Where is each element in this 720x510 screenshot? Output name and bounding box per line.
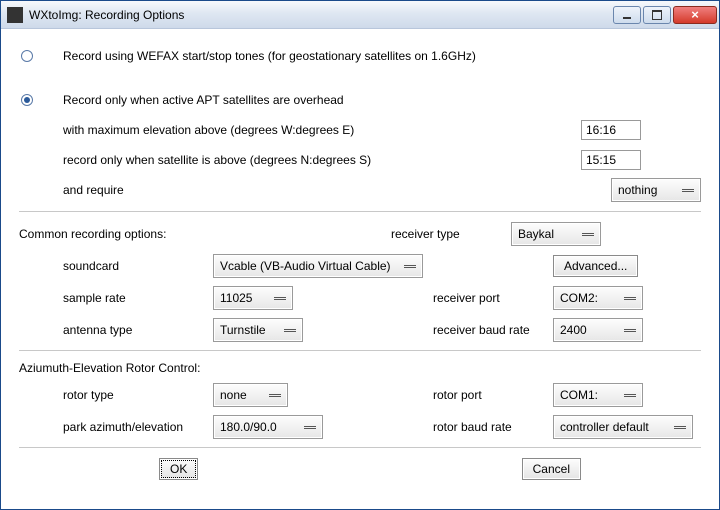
rotor-type-label: rotor type bbox=[63, 388, 213, 402]
titlebar[interactable]: WXtoImg: Recording Options × bbox=[1, 1, 719, 29]
chevron-down-icon bbox=[624, 297, 636, 300]
receiver-type-label: receiver type bbox=[391, 227, 511, 241]
chevron-down-icon bbox=[284, 329, 296, 332]
rotor-port-dropdown[interactable]: COM1: bbox=[553, 383, 643, 407]
chevron-down-icon bbox=[674, 426, 686, 429]
satellite-above-label: record only when satellite is above (deg… bbox=[63, 153, 581, 167]
rotor-baud-dropdown[interactable]: controller default bbox=[553, 415, 693, 439]
soundcard-dropdown[interactable]: Vcable (VB-Audio Virtual Cable) bbox=[213, 254, 423, 278]
chevron-down-icon bbox=[269, 394, 281, 397]
chevron-down-icon bbox=[624, 329, 636, 332]
receiver-port-label: receiver port bbox=[433, 291, 553, 305]
satellite-above-input[interactable]: 15:15 bbox=[581, 150, 641, 170]
radio-apt[interactable] bbox=[21, 94, 33, 106]
window-title: WXtoImg: Recording Options bbox=[29, 8, 613, 22]
ok-button[interactable]: OK bbox=[159, 458, 198, 480]
cancel-button[interactable]: Cancel bbox=[522, 458, 581, 480]
radio-apt-label: Record only when active APT satellites a… bbox=[63, 93, 344, 107]
recording-options-dialog: WXtoImg: Recording Options × Record usin… bbox=[0, 0, 720, 510]
receiver-type-dropdown[interactable]: Baykal bbox=[511, 222, 601, 246]
antenna-type-dropdown[interactable]: Turnstile bbox=[213, 318, 303, 342]
sample-rate-dropdown[interactable]: 11025 bbox=[213, 286, 293, 310]
rotor-type-dropdown[interactable]: none bbox=[213, 383, 288, 407]
rotor-heading: Aziumuth-Elevation Rotor Control: bbox=[19, 361, 701, 375]
chevron-down-icon bbox=[582, 233, 594, 236]
receiver-baud-dropdown[interactable]: 2400 bbox=[553, 318, 643, 342]
max-elevation-label: with maximum elevation above (degrees W:… bbox=[63, 123, 581, 137]
receiver-port-dropdown[interactable]: COM2: bbox=[553, 286, 643, 310]
chevron-down-icon bbox=[304, 426, 316, 429]
radio-wefax-label: Record using WEFAX start/stop tones (for… bbox=[63, 49, 476, 63]
chevron-down-icon bbox=[274, 297, 286, 300]
close-button[interactable]: × bbox=[673, 6, 717, 24]
common-heading: Common recording options: bbox=[19, 227, 166, 241]
max-elevation-input[interactable]: 16:16 bbox=[581, 120, 641, 140]
radio-wefax[interactable] bbox=[21, 50, 33, 62]
sample-rate-label: sample rate bbox=[63, 291, 213, 305]
chevron-down-icon bbox=[404, 265, 416, 268]
rotor-port-label: rotor port bbox=[433, 388, 553, 402]
advanced-button[interactable]: Advanced... bbox=[553, 255, 638, 277]
require-dropdown[interactable]: nothing bbox=[611, 178, 701, 202]
chevron-down-icon bbox=[624, 394, 636, 397]
chevron-down-icon bbox=[682, 189, 694, 192]
soundcard-label: soundcard bbox=[63, 259, 213, 273]
rotor-baud-label: rotor baud rate bbox=[433, 420, 553, 434]
require-label: and require bbox=[63, 183, 611, 197]
maximize-button[interactable] bbox=[643, 6, 671, 24]
app-icon bbox=[7, 7, 23, 23]
receiver-baud-label: receiver baud rate bbox=[433, 323, 553, 337]
park-azimuth-dropdown[interactable]: 180.0/90.0 bbox=[213, 415, 323, 439]
antenna-type-label: antenna type bbox=[63, 323, 213, 337]
minimize-button[interactable] bbox=[613, 6, 641, 24]
park-azimuth-label: park azimuth/elevation bbox=[63, 420, 213, 434]
